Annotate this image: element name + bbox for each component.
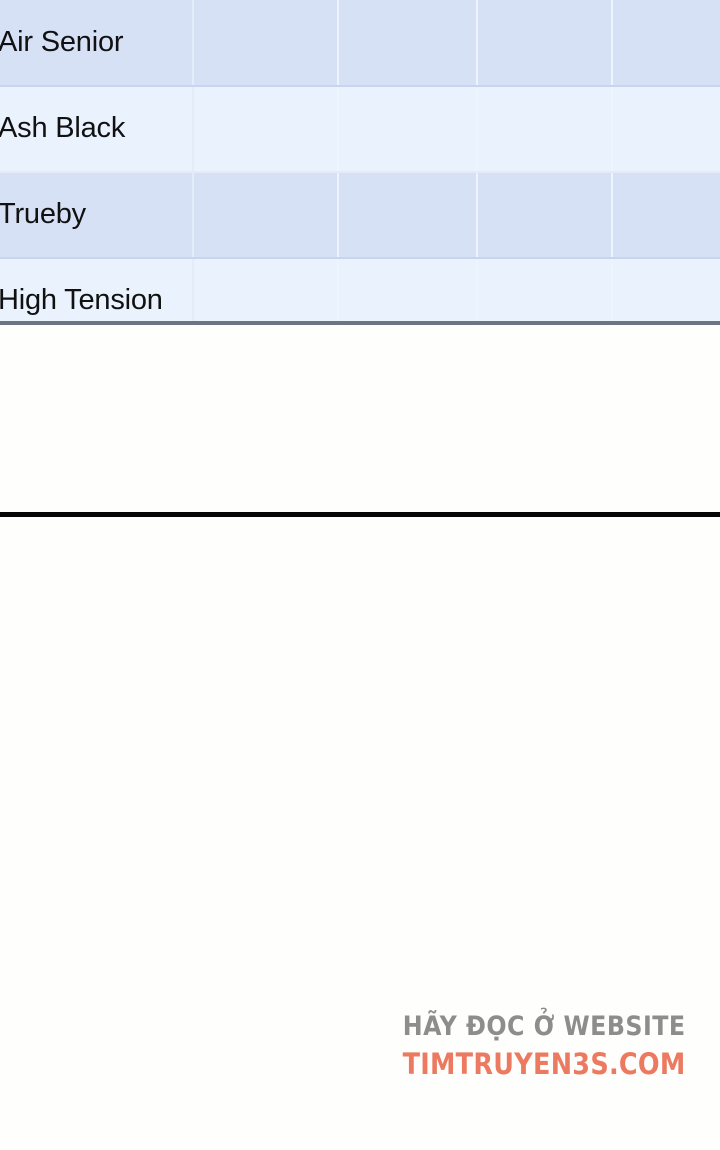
table-cell-value: [477, 86, 613, 173]
table-cell-value: [338, 258, 478, 325]
table-cell-label: Air Senior: [0, 0, 194, 87]
table-cell-label: Trueby: [0, 172, 194, 259]
page-canvas: Air Senior Ash Black Trueby High Tension…: [0, 0, 720, 1150]
table-cell-label: Ash Black: [0, 86, 194, 173]
table-cell-value: [477, 0, 613, 87]
table-row[interactable]: Air Senior: [0, 0, 720, 87]
table-cell-value: [193, 86, 339, 173]
table-cell-value: [338, 172, 478, 259]
table-cell-value: [612, 0, 720, 87]
table-cell-value: [193, 0, 339, 87]
table-cell-value: [338, 86, 478, 173]
table-row[interactable]: Trueby: [0, 172, 720, 259]
data-table-region: Air Senior Ash Black Trueby High Tension: [0, 0, 720, 325]
table-cell-value: [477, 172, 613, 259]
table-cell-value: [612, 86, 720, 173]
blank-panel-upper: [0, 325, 720, 512]
table-cell-value: [193, 258, 339, 325]
site-watermark: HÃY ĐỌC Ở WEBSITE TIMTRUYEN3S.COM: [364, 1010, 686, 1082]
table-cell-value: [193, 172, 339, 259]
watermark-line-primary: HÃY ĐỌC Ở WEBSITE: [403, 1011, 686, 1042]
table-cell-value: [612, 172, 720, 259]
watermark-line-domain: TIMTRUYEN3S.COM: [403, 1046, 686, 1081]
table-cell-value: [477, 258, 613, 325]
table-cell-label: High Tension: [0, 258, 194, 325]
data-table: Air Senior Ash Black Trueby High Tension: [0, 0, 720, 325]
table-body: Air Senior Ash Black Trueby High Tension: [0, 0, 720, 325]
table-row[interactable]: Ash Black: [0, 86, 720, 173]
table-row[interactable]: High Tension: [0, 258, 720, 325]
table-cell-value: [338, 0, 478, 87]
table-cell-value: [612, 258, 720, 325]
